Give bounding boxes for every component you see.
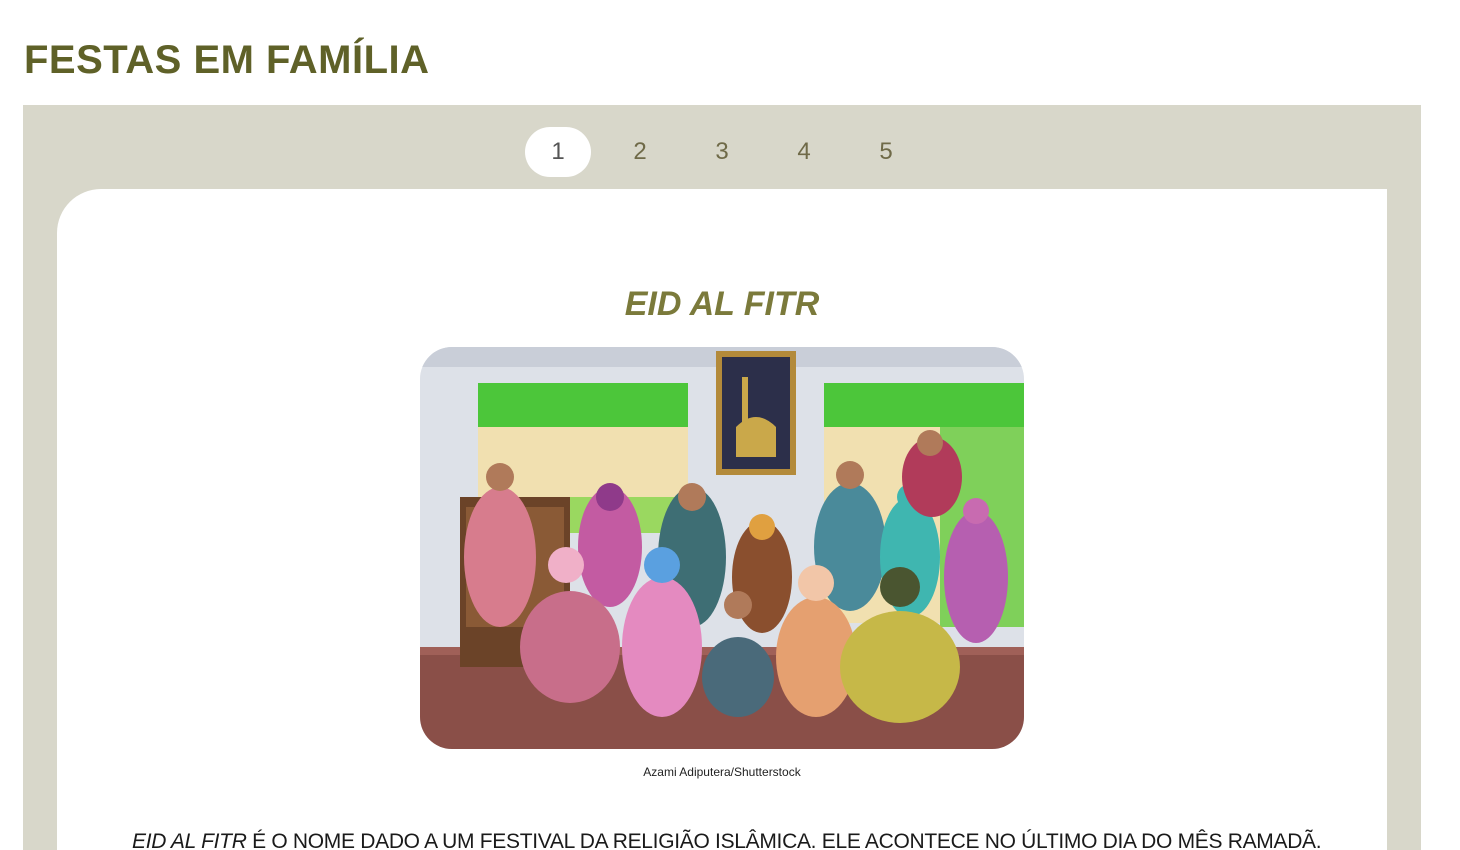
body-description: É O NOME DADO A UM FESTIVAL DA RELIGIÃO … [246, 830, 1322, 850]
pagination: 1 2 3 4 5 [525, 127, 919, 177]
family-photo [420, 347, 1024, 749]
page-tab-4[interactable]: 4 [771, 127, 837, 177]
page-tab-2[interactable]: 2 [607, 127, 673, 177]
page: FESTAS EM FAMÍLIA 1 2 3 4 5 EID AL FITR [0, 0, 1460, 850]
carousel: 1 2 3 4 5 EID AL FITR Azami Adiputera/Sh… [23, 105, 1421, 850]
body-term: EID AL FITR [132, 830, 247, 850]
page-tab-1[interactable]: 1 [525, 127, 591, 177]
page-tab-3[interactable]: 3 [689, 127, 755, 177]
slide-card: EID AL FITR Azami Adiputera/Shutterstock… [57, 189, 1387, 850]
slide-body-text: EID AL FITR É O NOME DADO A UM FESTIVAL … [132, 830, 1322, 850]
slide-title: EID AL FITR [624, 285, 820, 323]
photo-credit: Azami Adiputera/Shutterstock [643, 765, 801, 779]
page-tab-5[interactable]: 5 [853, 127, 919, 177]
page-title: FESTAS EM FAMÍLIA [24, 38, 430, 82]
